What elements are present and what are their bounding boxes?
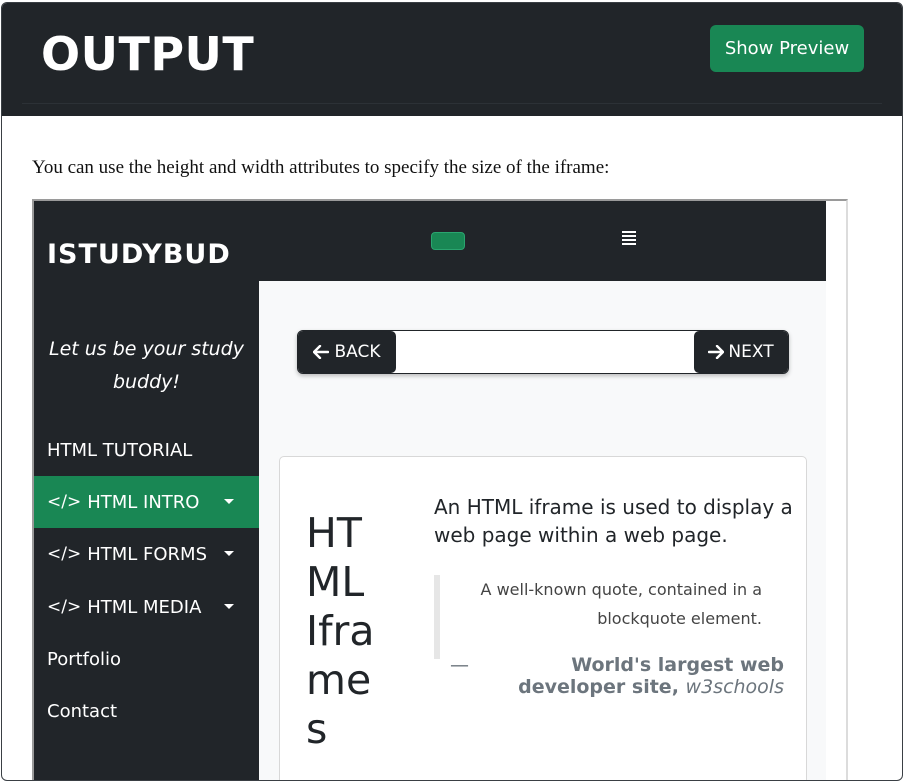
hamburger-menu-icon[interactable] xyxy=(622,231,636,247)
nav-item-html-media[interactable]: </> HTML MEDIA xyxy=(34,581,259,633)
nav-item-html-intro[interactable]: </> HTML INTRO xyxy=(34,476,259,528)
preview-iframe[interactable]: ISTUDYBUD Let us be your study buddy! HT… xyxy=(32,199,848,780)
theme-toggle-button[interactable] xyxy=(431,232,465,250)
code-icon: </> xyxy=(47,544,82,564)
output-panel: OUTPUT Show Preview You can use the heig… xyxy=(1,2,903,781)
page-title: HTML Iframes xyxy=(306,509,375,753)
show-preview-button[interactable]: Show Preview xyxy=(710,25,864,72)
header-divider xyxy=(22,103,882,104)
back-button-label: BACK xyxy=(334,342,381,362)
output-title: OUTPUT xyxy=(41,27,255,81)
nav-item-label: HTML INTRO xyxy=(87,491,200,513)
site-sidebar: ISTUDYBUD Let us be your study buddy! HT… xyxy=(34,201,259,780)
blockquote-footer: — World's largest web developer site, w3… xyxy=(450,654,784,698)
intro-text: You can use the height and width attribu… xyxy=(32,157,610,178)
quote-source-cite: w3schools xyxy=(685,676,784,698)
output-header: OUTPUT Show Preview xyxy=(2,3,902,116)
arrow-right-icon xyxy=(708,345,725,359)
nav-item-label: HTML TUTORIAL xyxy=(47,439,193,461)
next-button[interactable]: NEXT xyxy=(694,331,788,373)
nav-item-html-forms[interactable]: </> HTML FORMS xyxy=(34,528,259,580)
content-card: HTML Iframes An HTML iframe is used to d… xyxy=(279,456,807,780)
nav-item-label: Portfolio xyxy=(47,648,122,670)
site-brand-logo[interactable]: ISTUDYBUD xyxy=(47,239,231,270)
nav-item-label: Contact xyxy=(47,700,118,722)
blockquote: A well-known quote, contained in a block… xyxy=(434,575,784,659)
nav-item-contact[interactable]: Contact xyxy=(34,685,259,737)
caret-down-icon xyxy=(224,604,234,609)
nav-item-html-tutorial[interactable]: HTML TUTORIAL xyxy=(34,424,259,476)
back-button[interactable]: BACK xyxy=(298,331,396,373)
caret-down-icon xyxy=(224,551,234,556)
nav-item-portfolio[interactable]: Portfolio xyxy=(34,633,259,685)
next-button-label: NEXT xyxy=(728,342,774,362)
pager: BACK NEXT xyxy=(297,330,789,374)
code-icon: </> xyxy=(47,597,82,617)
nav-item-label: HTML FORMS xyxy=(87,543,208,565)
nav-item-label: HTML MEDIA xyxy=(87,596,202,618)
lead-paragraph: An HTML iframe is used to display a web … xyxy=(434,495,793,547)
code-icon: </> xyxy=(47,492,82,512)
site-topbar xyxy=(259,201,826,281)
tagline-line-1: Let us be your study xyxy=(49,338,244,360)
site-tagline: Let us be your study buddy! xyxy=(34,333,259,399)
caret-down-icon xyxy=(224,499,234,504)
tagline-line-2: buddy! xyxy=(112,371,181,393)
quote-dash: — xyxy=(450,654,469,676)
arrow-left-icon xyxy=(313,345,330,359)
